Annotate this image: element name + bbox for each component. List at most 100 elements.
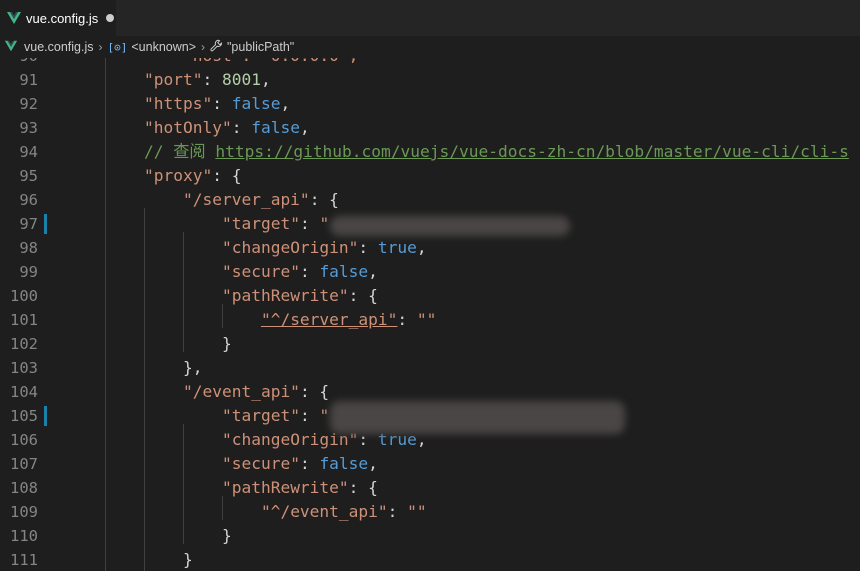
code-token: "changeOrigin" xyxy=(221,238,359,257)
vue-icon xyxy=(4,39,20,55)
line-code: "https": false, xyxy=(144,92,290,116)
code-token: : xyxy=(299,406,320,425)
breadcrumb-symbol-unknown[interactable]: [⊙] <unknown> xyxy=(107,40,196,54)
line-code: "/server_api": { xyxy=(144,188,339,212)
tab-bar: vue.config.js xyxy=(0,0,860,36)
code-token: : { xyxy=(212,166,242,185)
line-code: } xyxy=(144,524,232,548)
line-number: 92 xyxy=(19,95,38,113)
code-line[interactable]: 90 "host": "0.0.0.0", xyxy=(0,58,860,68)
line-number: 96 xyxy=(19,191,38,209)
code-token: "pathRewrite" xyxy=(221,478,349,497)
line-code: }, xyxy=(144,356,203,380)
code-line[interactable]: 93 "hotOnly": false, xyxy=(0,116,860,140)
line-code: "/event_api": { xyxy=(144,380,329,404)
unsaved-dot-icon[interactable] xyxy=(106,14,115,22)
breadcrumb-symbol1-label: <unknown> xyxy=(131,40,196,54)
code-token: } xyxy=(144,334,232,353)
line-number: 103 xyxy=(10,359,38,377)
code-line[interactable]: 110 } xyxy=(0,524,860,548)
code-token: : xyxy=(202,70,222,89)
code-line[interactable]: 102 } xyxy=(0,332,860,356)
line-number: 109 xyxy=(10,503,38,521)
line-number: 97 xyxy=(19,215,38,233)
code-token: : xyxy=(299,262,320,281)
line-code: "changeOrigin": true, xyxy=(144,236,427,260)
line-code: // 查阅 https://github.com/vuejs/vue-docs-… xyxy=(144,140,849,164)
code-token: false xyxy=(319,454,369,473)
breadcrumb-file[interactable]: vue.config.js xyxy=(4,39,93,55)
code-token: "" xyxy=(416,310,437,329)
code-token[interactable]: https://github.com/vuejs/vue-docs-zh-cn/… xyxy=(215,142,848,161)
line-code: "pathRewrite": { xyxy=(144,284,378,308)
code-token: "/event_api" xyxy=(182,382,300,401)
code-token: "" xyxy=(407,502,427,521)
code-token: "secure" xyxy=(221,454,300,473)
code-token: , xyxy=(280,94,291,113)
modified-line-marker xyxy=(44,406,47,426)
redacted-target-value xyxy=(330,216,570,236)
indent-guide xyxy=(144,208,145,571)
code-token: : xyxy=(397,310,417,329)
breadcrumb-file-label: vue.config.js xyxy=(24,40,94,54)
code-editor[interactable]: 111 } 110 } 109 "^/event_api": "" 108 "path… xyxy=(0,58,860,571)
line-number: 107 xyxy=(10,455,38,473)
line-code: "^/server_api": "" xyxy=(144,308,436,332)
code-token: // 查阅 xyxy=(144,142,216,161)
code-line[interactable]: 95 "proxy": { xyxy=(0,164,860,188)
code-line[interactable]: 107 "secure": false, xyxy=(0,452,860,476)
line-number: 93 xyxy=(19,119,38,137)
code-line[interactable]: 100 "pathRewrite": { xyxy=(0,284,860,308)
code-token: : xyxy=(387,502,408,521)
line-number: 100 xyxy=(10,287,38,305)
line-number: 99 xyxy=(19,263,38,281)
chevron-right-icon: › xyxy=(98,40,103,54)
breadcrumb-symbol-publicpath[interactable]: "publicPath" xyxy=(210,39,294,55)
code-token[interactable]: "^/server_api" xyxy=(261,310,397,329)
redacted-target-value xyxy=(330,401,625,434)
code-token: , xyxy=(299,118,310,137)
line-number: 95 xyxy=(19,167,38,185)
tab-label: vue.config.js xyxy=(26,10,99,26)
code-line[interactable]: 111 } xyxy=(0,548,860,571)
code-line[interactable]: 109 "^/event_api": "" xyxy=(0,500,860,524)
line-code: "host": "0.0.0.0", xyxy=(144,58,358,68)
code-token: , xyxy=(368,454,378,473)
code-line[interactable]: 101 "^/server_api": "" xyxy=(0,308,860,332)
code-line[interactable]: 92 "https": false, xyxy=(0,92,860,116)
line-code: } xyxy=(144,332,232,356)
line-code: } xyxy=(144,548,193,571)
breadcrumb-symbol2-label: "publicPath" xyxy=(227,40,295,54)
code-token: "pathRewrite" xyxy=(221,286,349,305)
code-token: "hotOnly" xyxy=(144,118,232,137)
code-line[interactable]: 108 "pathRewrite": { xyxy=(0,476,860,500)
code-token: false xyxy=(231,94,281,113)
line-number: 98 xyxy=(19,239,38,257)
code-token: 8001 xyxy=(221,70,261,89)
code-line[interactable]: 103 }, xyxy=(0,356,860,380)
code-token: true xyxy=(377,238,417,257)
line-number: 108 xyxy=(10,479,38,497)
line-code: "hotOnly": false, xyxy=(144,116,310,140)
code-line[interactable]: 98 "changeOrigin": true, xyxy=(0,236,860,260)
code-token: } xyxy=(144,526,232,545)
line-number: 111 xyxy=(10,551,38,569)
code-token: " xyxy=(319,214,330,233)
tab-vue-config[interactable]: vue.config.js xyxy=(0,0,116,36)
code-token: : xyxy=(231,118,252,137)
code-token: "https" xyxy=(144,94,213,113)
code-token: : xyxy=(212,94,232,113)
indent-guide xyxy=(105,58,106,571)
code-line[interactable]: 91 "port": 8001, xyxy=(0,68,860,92)
code-line[interactable]: 94 // 查阅 https://github.com/vuejs/vue-doc… xyxy=(0,140,860,164)
code-token: : { xyxy=(348,478,378,497)
code-token: , xyxy=(368,262,378,281)
code-line[interactable]: 99 "secure": false, xyxy=(0,260,860,284)
code-line[interactable]: 96 "/server_api": { xyxy=(0,188,860,212)
wrench-icon xyxy=(210,39,223,55)
code-token: "/server_api" xyxy=(182,190,310,209)
